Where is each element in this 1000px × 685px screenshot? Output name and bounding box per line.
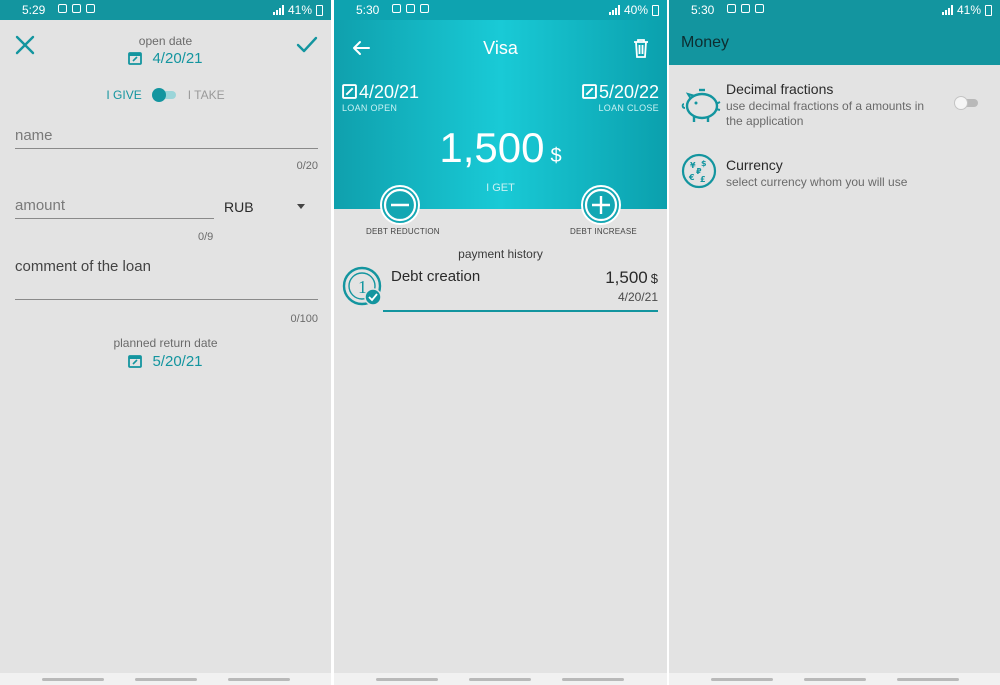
svg-text:£: £ (700, 175, 706, 184)
name-input[interactable]: name (15, 127, 53, 144)
decimal-fractions-title: Decimal fractions (726, 81, 834, 97)
currency-title: Currency (726, 157, 783, 173)
calendar-edit-icon (342, 84, 357, 99)
status-right: 41% (941, 3, 992, 17)
currency-select[interactable]: RUB (224, 199, 254, 215)
status-time: 5:29 (22, 3, 46, 17)
debt-reduction-button[interactable] (380, 185, 420, 225)
amount-value: 1,500 (439, 124, 545, 171)
notification-icons (58, 4, 95, 13)
decimal-fractions-desc: use decimal fractions of a amounts in th… (726, 99, 925, 128)
battery-level: 41% (287, 3, 312, 17)
currency-symbol: $ (550, 145, 562, 167)
debt-increase-label: DEBT INCREASE (570, 227, 637, 236)
debt-reduction-label: DEBT REDUCTION (366, 227, 440, 236)
loan-open-date: 4/20/21 (359, 82, 420, 102)
amount-underline (15, 218, 214, 219)
decimal-fractions-toggle[interactable] (954, 96, 980, 110)
comment-counter: 0/100 (290, 313, 318, 325)
money-settings-screen: 5:30 41% Money Decimal fractions use dec… (669, 0, 1000, 685)
svg-text:€: € (688, 173, 695, 182)
loan-amount: 1,500 $ (334, 124, 667, 172)
status-time: 5:30 (356, 3, 380, 17)
loan-close-block[interactable]: 5/20/22 LOAN CLOSE (582, 82, 659, 113)
open-date-picker[interactable]: 4/20/21 (0, 50, 331, 67)
minus-icon (383, 188, 417, 222)
amount-input[interactable]: amount (15, 197, 65, 214)
history-title: Debt creation (391, 268, 481, 285)
give-take-switch-row: I GIVE I TAKE (0, 88, 331, 102)
calendar-edit-icon (128, 52, 143, 65)
dropdown-caret-icon[interactable] (297, 204, 305, 209)
calendar-edit-icon (582, 84, 597, 99)
return-date-value: 5/20/21 (152, 353, 203, 370)
loan-title: Visa (483, 38, 518, 58)
status-right: 41% (272, 3, 323, 17)
loan-close-date: 5/20/22 (598, 82, 659, 102)
name-counter: 0/20 (296, 160, 318, 172)
loan-open-label: LOAN OPEN (342, 103, 398, 113)
battery-icon (985, 4, 992, 16)
take-label: I TAKE (187, 88, 225, 102)
open-date-value: 4/20/21 (152, 50, 203, 67)
status-bar: 5:30 40% (334, 0, 667, 20)
gesture-bar (669, 673, 1000, 685)
piggy-bank-icon (681, 88, 721, 122)
numbered-coin-check-icon: 1 (342, 266, 382, 306)
comment-underline (15, 299, 318, 300)
signal-icon (941, 5, 953, 15)
history-date: 4/20/21 (617, 290, 658, 304)
open-date-label: open date (138, 34, 193, 48)
page-title: Money (681, 34, 730, 51)
loan-header: Visa 4/20/21 LOAN OPEN 5/20/22 LOAN CLOS… (334, 20, 667, 209)
status-right: 40% (608, 3, 659, 17)
payment-history-label: payment history (458, 247, 543, 261)
history-currency: $ (650, 271, 658, 286)
name-underline (15, 148, 318, 149)
trash-icon[interactable] (633, 38, 649, 58)
gesture-bar (334, 673, 667, 685)
loan-detail-screen: 5:30 40% Visa 4/20/21 LOAN OPEN 5/20/22 … (334, 0, 667, 685)
plus-icon (584, 188, 618, 222)
return-date-label: planned return date (113, 336, 218, 350)
return-date-picker[interactable]: 5/20/21 (0, 353, 331, 370)
give-label: I GIVE (106, 88, 142, 102)
signal-icon (608, 5, 620, 15)
amount-counter: 0/9 (198, 231, 214, 243)
history-divider (383, 310, 658, 312)
calendar-edit-icon (128, 355, 143, 368)
loan-open-block[interactable]: 4/20/21 LOAN OPEN (342, 82, 419, 113)
battery-level: 41% (956, 3, 981, 17)
battery-icon (652, 4, 659, 16)
status-bar: 5:30 41% (669, 0, 1000, 20)
notification-icons (392, 4, 429, 13)
gesture-bar (0, 673, 331, 685)
loan-close-label: LOAN CLOSE (598, 103, 659, 113)
battery-level: 40% (623, 3, 648, 17)
history-amount: 1,500 $ (605, 268, 658, 288)
notification-icons (727, 4, 764, 13)
new-loan-screen: 5:29 41% open date 4/20/21 I GIVE I TAKE… (0, 0, 331, 685)
comment-input[interactable]: comment of the loan (15, 258, 151, 275)
currency-desc: select currency whom you will use (726, 175, 908, 189)
battery-icon (316, 4, 323, 16)
signal-icon (272, 5, 284, 15)
debt-increase-button[interactable] (581, 185, 621, 225)
status-bar: 5:29 41% (0, 0, 331, 20)
svg-text:$: $ (701, 159, 707, 168)
give-take-toggle[interactable] (151, 88, 178, 102)
currency-coin-icon: ¥ $ ₽ € £ (681, 153, 717, 189)
status-time: 5:30 (691, 3, 715, 17)
app-bar: Money (669, 20, 1000, 65)
history-amount-value: 1,500 (605, 268, 648, 287)
